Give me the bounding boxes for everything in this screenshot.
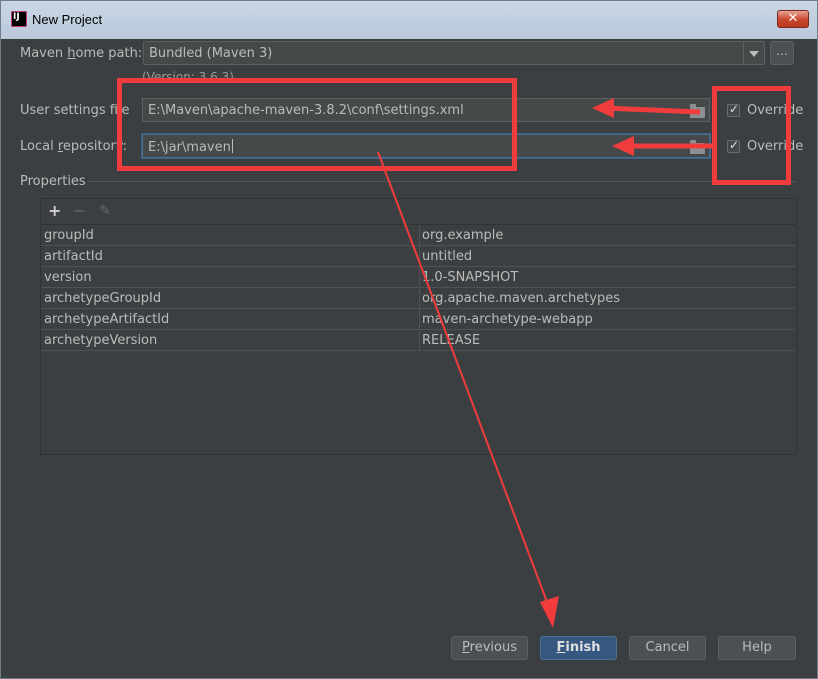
maven-home-label: Maven home path:: [20, 46, 143, 61]
chevron-down-icon[interactable]: [743, 42, 764, 64]
table-row[interactable]: artifactId untitled: [41, 246, 796, 267]
properties-table[interactable]: groupId org.example artifactId untitled …: [41, 225, 796, 454]
help-button[interactable]: Help: [718, 636, 796, 660]
folder-icon[interactable]: [690, 104, 705, 118]
maven-home-value: Bundled (Maven 3): [149, 46, 273, 61]
intellij-idea-icon: [11, 11, 27, 27]
user-settings-label: User settings file: [20, 103, 130, 118]
properties-separator: [88, 181, 796, 182]
table-row[interactable]: archetypeVersion RELEASE: [41, 330, 796, 351]
remove-icon: −: [73, 201, 87, 220]
folder-icon[interactable]: [690, 140, 705, 154]
annotation-box-override: [712, 86, 791, 185]
properties-section-label: Properties: [20, 174, 86, 189]
close-button[interactable]: ✕: [777, 10, 809, 28]
maven-home-browse-button[interactable]: ...: [770, 41, 794, 65]
annotation-box-fields: [117, 78, 517, 171]
local-repo-label: Local repository:: [20, 139, 128, 154]
table-row[interactable]: archetypeArtifactId maven-archetype-weba…: [41, 309, 796, 330]
window-title: New Project: [32, 12, 103, 27]
table-row[interactable]: archetypeGroupId org.apache.maven.archet…: [41, 288, 796, 309]
add-icon[interactable]: +: [48, 201, 61, 221]
table-row[interactable]: groupId org.example: [41, 225, 796, 246]
previous-button[interactable]: Previous: [451, 636, 528, 660]
maven-home-combo[interactable]: Bundled (Maven 3): [143, 41, 765, 65]
edit-icon: ✎: [99, 203, 111, 219]
properties-toolbar: + − ✎: [41, 199, 796, 225]
properties-panel: + − ✎ groupId org.example artifactId unt…: [40, 198, 797, 455]
table-row[interactable]: version 1.0-SNAPSHOT: [41, 267, 796, 288]
finish-button[interactable]: Finish: [540, 636, 617, 660]
title-bar[interactable]: New Project ✕: [1, 1, 818, 37]
cancel-button[interactable]: Cancel: [629, 636, 706, 660]
